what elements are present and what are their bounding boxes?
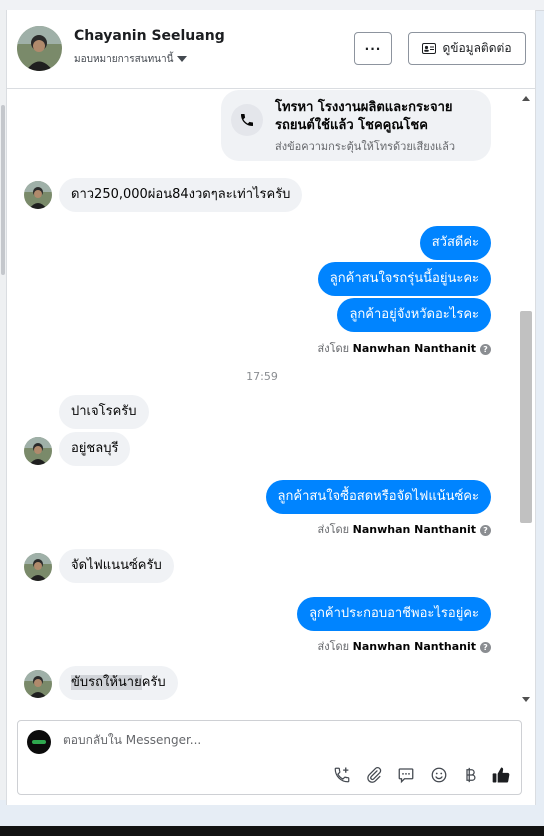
add-call-icon[interactable]: [331, 764, 353, 786]
caret-down-icon: [177, 56, 188, 62]
sent-by-label: ส่งโดย Nanwhan Nanthanit?: [318, 637, 491, 655]
incoming-message[interactable]: จัดไฟแนนซ์ครับ: [59, 549, 174, 583]
thread-scrollbar[interactable]: [518, 89, 535, 715]
info-icon[interactable]: ?: [480, 641, 491, 653]
emoji-icon[interactable]: [428, 764, 450, 786]
call-card-title: โทรหา โรงงานผลิตและกระจายรถยนต์ใช้แล้ว โ…: [275, 100, 453, 133]
reply-input[interactable]: [63, 733, 463, 747]
scroll-down-arrow-icon[interactable]: [522, 697, 530, 702]
contact-avatar-small: [24, 670, 52, 698]
sent-by-agent[interactable]: Nanwhan Nanthanit: [353, 523, 476, 536]
scroll-thumb[interactable]: [520, 311, 532, 523]
left-scroll-thumb[interactable]: [1, 105, 5, 275]
sent-by-prefix: ส่งโดย: [317, 342, 350, 355]
view-contact-button[interactable]: ดูข้อมูลติดต่อ: [408, 32, 526, 65]
sent-by-agent[interactable]: Nanwhan Nanthanit: [353, 342, 476, 355]
contact-avatar-small: [24, 181, 52, 209]
message-text: ครับ: [141, 675, 166, 690]
message-thread: โทรหา โรงงานผลิตและกระจายรถยนต์ใช้แล้ว โ…: [7, 89, 517, 715]
conversation-panel: Chayanin Seeluang มอบหมายการสนทนานี้ ···…: [6, 10, 536, 805]
outgoing-message[interactable]: ลูกค้าประกอบอาชีพอะไรอยู่คะ: [297, 597, 491, 631]
selected-text[interactable]: ขับรถให้นาย: [71, 675, 142, 690]
scroll-up-arrow-icon[interactable]: [522, 96, 530, 101]
assign-conversation-dropdown[interactable]: มอบหมายการสนทนานี้: [74, 52, 188, 67]
sent-by-agent[interactable]: Nanwhan Nanthanit: [353, 640, 476, 653]
taskbar-edge: [0, 826, 544, 836]
incoming-message[interactable]: ปาเจโรครับ: [59, 395, 149, 429]
sent-by-label: ส่งโดย Nanwhan Nanthanit?: [318, 339, 491, 357]
outgoing-message[interactable]: ลูกค้าอยู่จังหวัดอะไรคะ: [337, 298, 491, 332]
reply-composer: [17, 720, 522, 795]
conversation-header: Chayanin Seeluang มอบหมายการสนทนานี้ ···…: [7, 10, 535, 89]
call-prompt-card[interactable]: โทรหา โรงงานผลิตและกระจายรถยนต์ใช้แล้ว โ…: [221, 90, 491, 161]
outgoing-message[interactable]: ลูกค้าสนใจซื้อสดหรือจัดไฟแน้นซ์คะ: [265, 480, 491, 514]
incoming-message[interactable]: อยู่ชลบุรี: [59, 432, 131, 466]
contact-avatar-small: [24, 553, 52, 581]
message-bubble-icon[interactable]: [395, 764, 417, 786]
incoming-message[interactable]: ดาว250,000ผ่อน84งวดๆละเท่าไรครับ: [59, 178, 303, 212]
contact-avatar-small: [24, 437, 52, 465]
phone-icon: [231, 104, 263, 136]
contact-card-icon: [422, 43, 437, 54]
contact-name[interactable]: Chayanin Seeluang: [74, 28, 225, 44]
contact-avatar[interactable]: [17, 26, 62, 71]
assign-label: มอบหมายการสนทนานี้: [74, 54, 174, 65]
incoming-message[interactable]: ขับรถให้นายครับ: [59, 666, 178, 700]
outgoing-message[interactable]: ลูกค้าสนใจรถรุ่นนี้อยู่นะคะ: [317, 262, 491, 296]
sent-by-prefix: ส่งโดย: [317, 640, 350, 653]
sent-by-label: ส่งโดย Nanwhan Nanthanit?: [318, 520, 491, 538]
info-icon[interactable]: ?: [480, 343, 491, 355]
call-card-subtitle: ส่งข้อความกระตุ้นให้โทรด้วยเสียงแล้ว: [275, 140, 456, 153]
more-label: ···: [364, 41, 382, 56]
sent-by-prefix: ส่งโดย: [317, 523, 350, 536]
paperclip-icon[interactable]: [363, 764, 385, 786]
contact-label: ดูข้อมูลติดต่อ: [442, 41, 512, 55]
more-options-button[interactable]: ···: [354, 32, 392, 65]
timestamp: 17:59: [246, 370, 278, 383]
info-icon[interactable]: ?: [480, 524, 491, 536]
thumbs-up-icon[interactable]: [490, 764, 512, 786]
page-avatar: [27, 730, 51, 754]
baht-icon[interactable]: [459, 764, 481, 786]
outgoing-message[interactable]: สวัสดีค่ะ: [419, 226, 491, 260]
